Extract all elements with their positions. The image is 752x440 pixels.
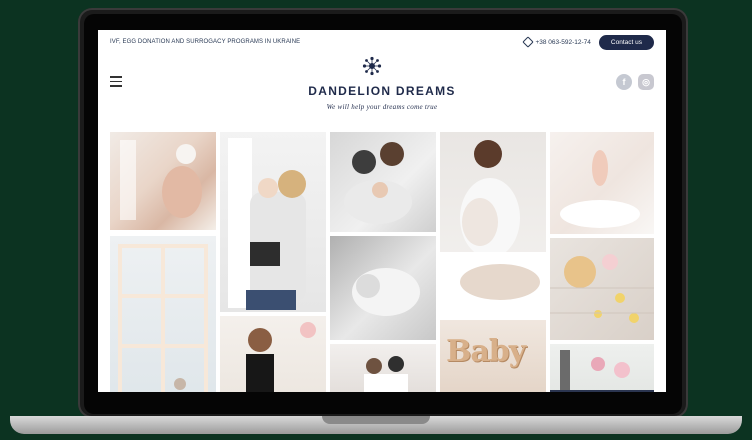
photo-wooden-baby-letters[interactable]: Baby [440,320,546,392]
photo-hands-white-bed[interactable] [550,132,654,234]
baby-letters-caption: Baby [446,334,526,369]
photo-woman-with-child[interactable] [220,316,326,392]
brand-name[interactable]: DANDELION DREAMS [98,84,666,98]
instagram-icon[interactable]: ◎ [638,74,654,90]
facebook-icon[interactable]: f [616,74,632,90]
chat-widget-button[interactable] [550,390,654,392]
photo-mother-child-window[interactable] [220,132,326,312]
photo-baby-sleeping-bw[interactable] [330,236,436,340]
phone-number: +38 063-592-12-74 [535,38,591,46]
photo-flowers-chair[interactable] [550,344,654,392]
site-header: DANDELION DREAMS We will help your dream… [98,54,666,124]
photo-family-hugging[interactable] [330,132,436,232]
photo-pregnant-woman-white-dress[interactable] [440,132,546,316]
top-bar-right: +38 063-592-12-74 Contact us [522,34,654,50]
photo-baby-flowers-floor[interactable] [550,238,654,340]
phone-icon [522,36,535,48]
photo-couple-indoors[interactable] [330,344,436,392]
website-screen: IVF, EGG DONATION AND SURROGACY PROGRAMS… [98,30,666,392]
dandelion-logo-icon [362,56,382,76]
social-links: f ◎ [616,74,654,90]
phone-link[interactable]: +38 063-592-12-74 [522,36,591,48]
top-bar-text: IVF, EGG DONATION AND SURROGACY PROGRAMS… [110,39,301,45]
laptop-notch [322,416,430,424]
photo-window-light-room[interactable] [110,236,216,392]
photo-gallery: Baby [110,132,654,392]
brand-tagline: We will help your dreams come true [326,103,438,111]
photo-pregnant-woman-flowers[interactable] [110,132,216,230]
contact-us-button[interactable]: Contact us [598,34,654,50]
top-bar: IVF, EGG DONATION AND SURROGACY PROGRAMS… [98,30,666,54]
